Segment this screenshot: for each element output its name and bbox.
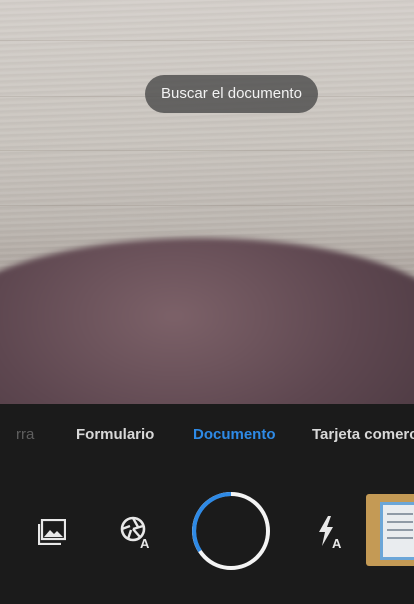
thumb-text-line bbox=[387, 521, 413, 523]
last-scan-thumbnail[interactable] bbox=[366, 494, 414, 566]
mode-documento[interactable]: Documento bbox=[193, 426, 276, 443]
thumb-text-line bbox=[387, 529, 413, 531]
wood-grain bbox=[0, 40, 414, 41]
thumb-text-line bbox=[387, 537, 413, 539]
shutter-ring-icon bbox=[192, 492, 270, 570]
image-gallery-icon bbox=[38, 519, 66, 545]
auto-capture-button[interactable]: A bbox=[116, 512, 156, 552]
wood-grain bbox=[0, 205, 414, 206]
auto-capture-aperture-icon: A bbox=[120, 516, 150, 550]
flash-auto-icon: A bbox=[319, 516, 342, 550]
thumb-text-line bbox=[387, 513, 413, 515]
shutter-button[interactable] bbox=[190, 490, 272, 572]
capture-controls: A A bbox=[0, 468, 414, 604]
wood-grain bbox=[0, 150, 414, 151]
flash-button[interactable]: A bbox=[312, 512, 348, 552]
mode-tarjeta-comercial[interactable]: Tarjeta comercia bbox=[312, 426, 414, 443]
camera-viewfinder[interactable]: Buscar el documento bbox=[0, 0, 414, 404]
gallery-button[interactable] bbox=[36, 516, 68, 548]
camera-controls-panel: rra Formulario Documento Tarjeta comerci… bbox=[0, 404, 414, 604]
hint-toast: Buscar el documento bbox=[145, 75, 318, 113]
flash-auto-badge: A bbox=[332, 536, 342, 550]
mode-formulario[interactable]: Formulario bbox=[76, 426, 154, 443]
scanned-document-thumbnail bbox=[380, 502, 414, 560]
blurred-finger bbox=[0, 238, 414, 404]
scanner-screen: Buscar el documento rra Formulario Docum… bbox=[0, 0, 414, 604]
capture-mode-selector: rra Formulario Documento Tarjeta comerci… bbox=[0, 404, 414, 468]
auto-badge: A bbox=[140, 536, 150, 550]
mode-pizarra[interactable]: rra bbox=[16, 426, 34, 443]
